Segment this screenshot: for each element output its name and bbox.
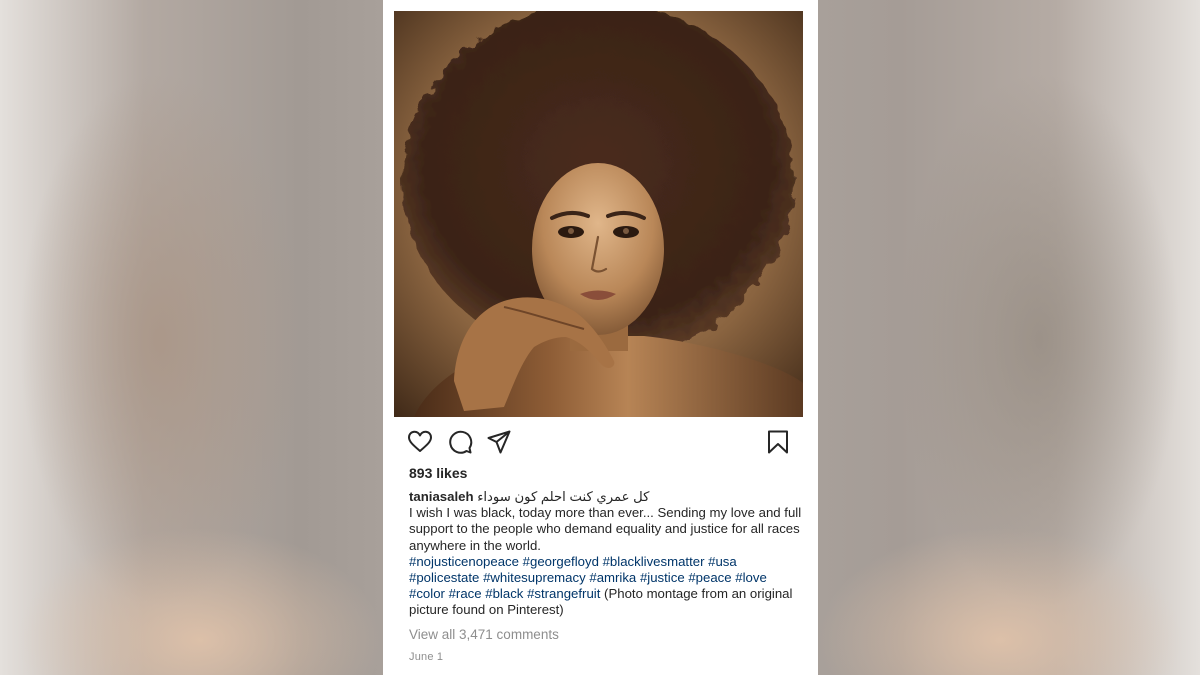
post-photo-portrait bbox=[394, 11, 803, 417]
hashtag-link[interactable]: #race bbox=[449, 586, 482, 601]
comment-icon[interactable] bbox=[447, 429, 473, 455]
post-date: June 1 bbox=[409, 651, 444, 663]
hashtag-link[interactable]: #amrika bbox=[589, 570, 636, 585]
share-icon[interactable] bbox=[486, 429, 512, 455]
post-actions-bar bbox=[407, 429, 795, 455]
bookmark-icon[interactable] bbox=[765, 429, 791, 455]
hashtag-link[interactable]: #strangefruit bbox=[527, 586, 600, 601]
hashtag-link[interactable]: #color bbox=[409, 586, 445, 601]
hashtag-link[interactable]: #love bbox=[735, 570, 767, 585]
hashtag-link[interactable]: #black bbox=[485, 586, 523, 601]
hashtag-link[interactable]: #whitesupremacy bbox=[483, 570, 586, 585]
instagram-post-card: 893 likes taniasaleh كل عمري كنت احلم كو… bbox=[383, 0, 818, 675]
hashtag-link[interactable]: #peace bbox=[688, 570, 731, 585]
hashtag-link[interactable]: #blacklivesmatter bbox=[603, 554, 705, 569]
likes-count[interactable]: 893 likes bbox=[409, 465, 467, 481]
username-link[interactable]: taniasaleh bbox=[409, 489, 474, 504]
arabic-caption: كل عمري كنت احلم كون سوداء bbox=[477, 489, 650, 504]
hashtag-link[interactable]: #justice bbox=[640, 570, 685, 585]
post-photo[interactable] bbox=[394, 11, 803, 417]
hashtag-link[interactable]: #nojusticenopeace bbox=[409, 554, 519, 569]
caption-text: I wish I was black, today more than ever… bbox=[409, 505, 802, 553]
view-comments-link[interactable]: View all 3,471 comments bbox=[409, 627, 559, 642]
hashtag-link[interactable]: #policestate bbox=[409, 570, 479, 585]
heart-icon[interactable] bbox=[407, 429, 433, 455]
post-caption: taniasaleh كل عمري كنت احلم كون سوداء I … bbox=[409, 489, 804, 619]
hashtag-link[interactable]: #georgefloyd bbox=[523, 554, 599, 569]
hashtag-link[interactable]: #usa bbox=[708, 554, 737, 569]
